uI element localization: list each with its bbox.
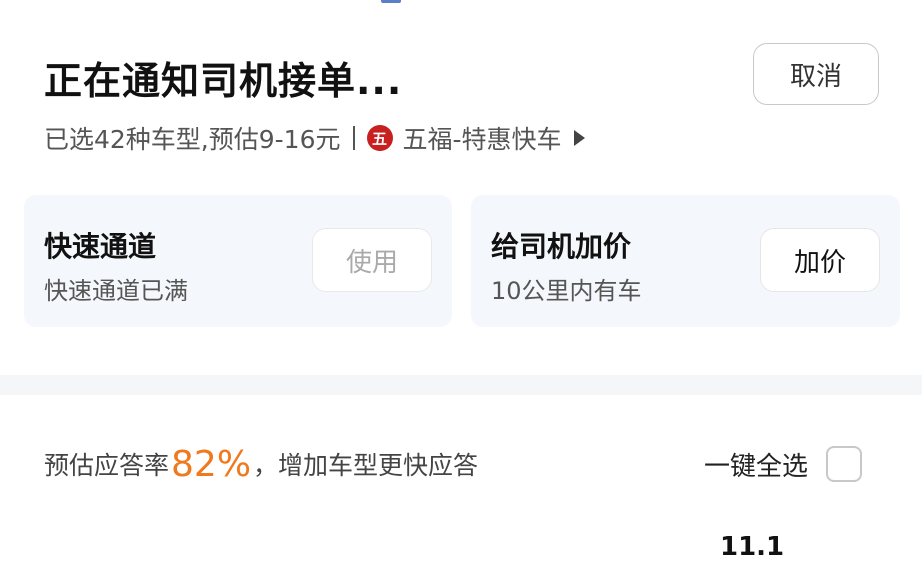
raise-price-title: 给司机加价 xyxy=(491,230,632,263)
response-rate-info: 预估应答率 82% ，增加车型更快应答 xyxy=(44,438,478,490)
page-title: 正在通知司机接单... xyxy=(44,59,403,103)
select-all-label: 一键全选 xyxy=(704,451,809,482)
drag-handle[interactable] xyxy=(381,0,401,3)
estimate-summary: 已选42种车型,预估9-16元 xyxy=(44,125,341,154)
order-sheet: 正在通知司机接单... 取消 已选42种车型,预估9-16元 五 五福-特惠快车… xyxy=(0,0,922,375)
select-all-checkbox[interactable] xyxy=(826,446,863,482)
partial-price-text: 11.1 xyxy=(720,532,785,562)
response-rate-suffix: ，增加车型更快应答 xyxy=(253,451,479,480)
divider xyxy=(352,126,355,150)
play-arrow-icon xyxy=(573,130,585,146)
raise-price-button[interactable]: 加价 xyxy=(760,228,880,292)
brand-logo-icon: 五 xyxy=(366,125,393,151)
fast-lane-title: 快速通道 xyxy=(44,230,157,263)
order-summary-row[interactable]: 已选42种车型,预估9-16元 五 五福-特惠快车 xyxy=(44,118,585,158)
use-fast-lane-button[interactable]: 使用 xyxy=(312,228,432,292)
select-all-control[interactable]: 一键全选 xyxy=(704,438,863,490)
raise-price-card: 给司机加价 10公里内有车 加价 xyxy=(471,195,900,327)
nearby-cars-info: 10公里内有车 xyxy=(491,277,642,305)
section-divider xyxy=(0,375,922,395)
fast-lane-card: 快速通道 快速通道已满 使用 xyxy=(24,195,452,327)
brand-name: 五福-特惠快车 xyxy=(402,125,562,154)
cancel-button[interactable]: 取消 xyxy=(753,43,879,105)
fast-lane-status: 快速通道已满 xyxy=(44,277,188,305)
response-rate-prefix: 预估应答率 xyxy=(44,451,170,480)
response-rate-value: 82% xyxy=(171,443,252,485)
